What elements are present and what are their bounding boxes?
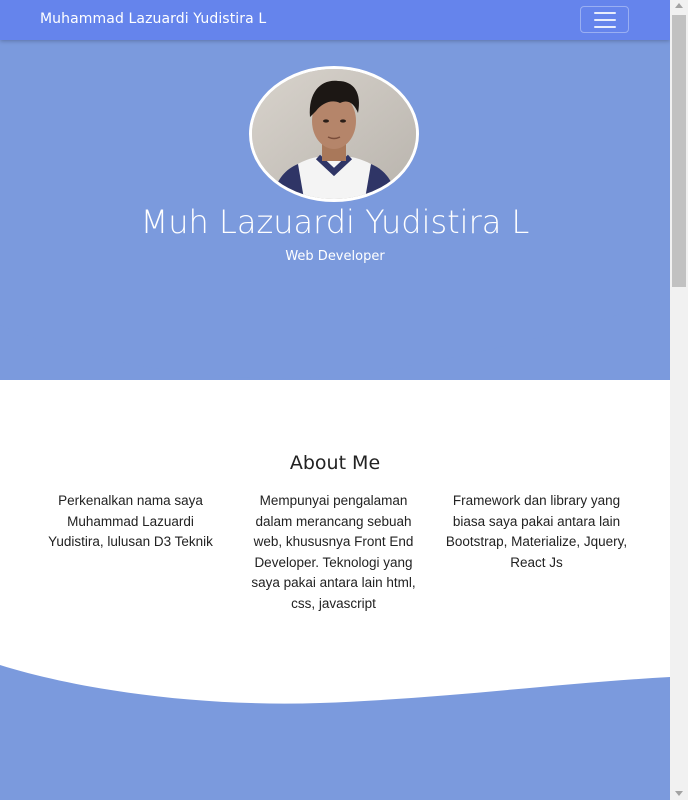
- navbar-toggle-button[interactable]: [580, 6, 629, 33]
- about-column-3: Framework dan library yang biasa saya pa…: [445, 493, 628, 570]
- hero-wave: [0, 290, 670, 379]
- hamburger-menu-icon-line: [593, 18, 616, 21]
- hero-role: Web Developer: [285, 249, 385, 264]
- navbar-brand[interactable]: Muhammad Lazuardi Yudistira L: [40, 11, 266, 27]
- scroll-up-arrow-icon[interactable]: [675, 3, 683, 8]
- about-title: About Me: [289, 452, 381, 474]
- scroll-down-arrow-icon[interactable]: [675, 791, 683, 796]
- footer-wave: [0, 665, 670, 800]
- about-column-2: Mempunyai pengalaman dalam merancang seb…: [251, 493, 416, 611]
- hero-name: Muh Lazuardi Yudistira L: [140, 203, 530, 241]
- page: Muh Lazuardi Yudistira L Web Developer A…: [0, 0, 670, 800]
- navbar: Muhammad Lazuardi Yudistira L: [0, 0, 670, 40]
- about-column-1: Perkenalkan nama saya Muhammad Lazuardi …: [48, 493, 213, 549]
- hamburger-menu-icon: [593, 11, 616, 14]
- avatar: [249, 66, 419, 202]
- hamburger-menu-icon-line: [593, 25, 616, 28]
- scrollbar-thumb[interactable]: [672, 15, 686, 287]
- profile-photo: [252, 69, 416, 199]
